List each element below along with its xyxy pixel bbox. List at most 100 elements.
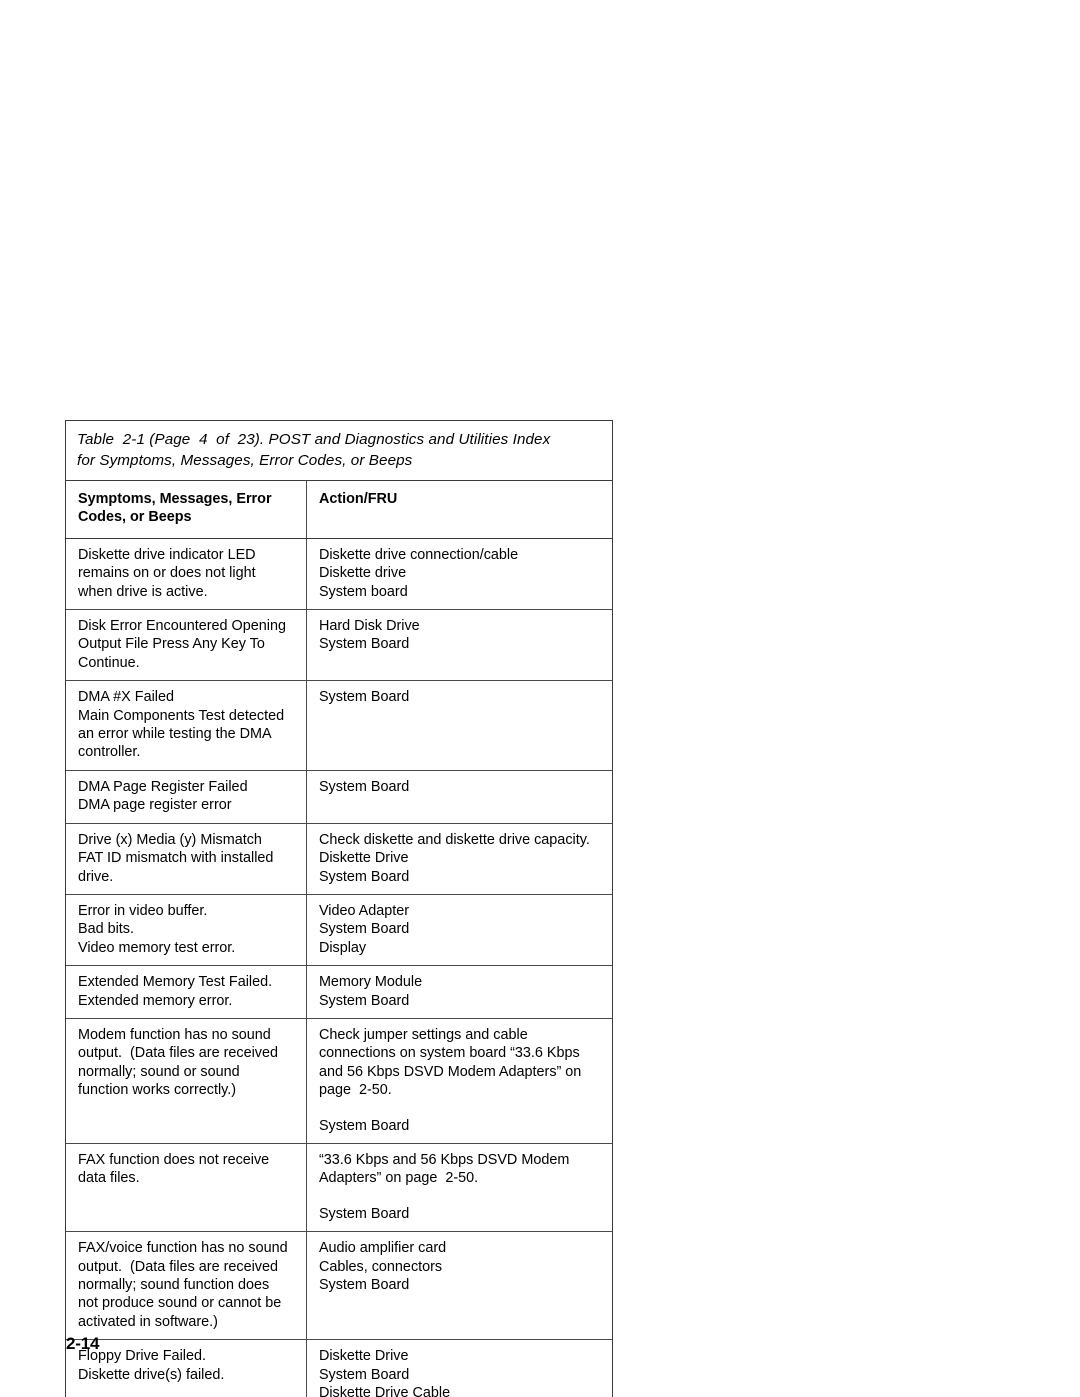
cell-action-line-1: Check jumper settings and cable [318, 1026, 528, 1043]
cell-action-line-2: Adapters” on page 2-50. [318, 1170, 479, 1187]
table-caption: Table 2-1 (Page 4 of 23). POST and Diagn… [66, 421, 612, 481]
cell-symptom-line-2: Extended memory error. [78, 992, 233, 1009]
cell-action-extra-line-1: System Board [318, 1117, 410, 1134]
cell-action-line-3: Display [318, 939, 367, 956]
cell-symptom-line-1: Disk Error Encountered Opening [78, 618, 286, 635]
cell-action-line-2: connections on system board “33.6 Kbps [318, 1045, 580, 1062]
cell-symptom-line-3: normally; sound function does [78, 1277, 270, 1293]
cell-action-line-1: Diskette Drive [318, 1348, 409, 1365]
cell-symptom: Error in video buffer. Bad bits. Video mem… [66, 894, 307, 967]
cell-symptom-line-2: DMA page register error [78, 797, 232, 814]
cell-symptom-line-3: an error while testing the DMA [78, 726, 272, 743]
table-row: Floppy Drive Failed. Diskette drive(s) fa… [66, 1339, 612, 1397]
cell-symptom-line-1: Error in video buffer. [78, 902, 208, 919]
cell-symptom-line-2: Bad bits. [78, 921, 134, 938]
cell-action-line-1: Hard Disk Drive [318, 618, 420, 635]
cell-action-line-3: Diskette Drive Cable [318, 1385, 451, 1397]
cell-action: Video Adapter System Board Display [306, 894, 612, 967]
cell-action-line-3: System Board [318, 1277, 410, 1293]
cell-symptom: FAX/voice function has no sound output. (… [66, 1231, 307, 1341]
cell-symptom-line-2: Diskette drive(s) failed. [78, 1366, 225, 1383]
cell-action: “33.6 Kbps and 56 Kbps DSVD Modem Adapter… [306, 1143, 612, 1233]
cell-action-line-1: “33.6 Kbps and 56 Kbps DSVD Modem [318, 1151, 570, 1168]
cell-action: Check diskette and diskette drive capaci… [306, 823, 612, 895]
cell-symptom: Extended Memory Test Failed. Extended mem… [66, 965, 307, 1019]
table-row: DMA Page Register Failed DMA page registe… [66, 770, 612, 824]
cell-symptom-line-3: drive. [78, 868, 114, 885]
cell-symptom: DMA Page Register Failed DMA page registe… [66, 770, 307, 824]
cell-action-line-2: System Board [318, 636, 410, 653]
post-diagnostics-table: Table 2-1 (Page 4 of 23). POST and Diagn… [65, 420, 613, 1397]
cell-symptom-line-3: Video memory test error. [78, 939, 236, 956]
table-row: DMA #X Failed Main Components Test detect… [66, 680, 612, 771]
cell-symptom-line-2: output. (Data files are received [78, 1258, 278, 1275]
cell-symptom-line-4: function works correctly.) [78, 1082, 237, 1099]
table-header-row: Symptoms, Messages, Error Codes, or Beeps… [66, 481, 612, 539]
page-number: 2-14 [66, 1334, 100, 1353]
cell-action: Audio amplifier card Cables, connectors Sy… [306, 1231, 612, 1341]
table-row: FAX function does not receive data files.… [66, 1143, 612, 1233]
cell-action-line-2: System Board [318, 1366, 410, 1383]
cell-action-line-3: System Board [318, 868, 410, 885]
cell-symptom: FAX function does not receive data files. [66, 1143, 307, 1233]
cell-symptom-line-4: controller. [78, 744, 141, 761]
cell-action-line-3: and 56 Kbps DSVD Modem Adapters” on [318, 1063, 582, 1080]
cell-symptom-line-2: FAT ID mismatch with installed [78, 850, 274, 867]
cell-action-line-1: Video Adapter [318, 902, 410, 919]
cell-symptom-line-2: Output File Press Any Key To [78, 636, 265, 653]
table-row: Drive (x) Media (y) Mismatch FAT ID misma… [66, 823, 612, 895]
table-body: Diskette drive indicator LED remains on o… [66, 538, 612, 1397]
header-action-line-1: Action/FRU [318, 491, 398, 507]
table-row: Modem function has no sound output. (Data… [66, 1018, 612, 1144]
cell-action: Check jumper settings and cable connectio… [306, 1018, 612, 1144]
cell-symptom: DMA #X Failed Main Components Test detect… [66, 680, 307, 771]
cell-action-line-1: System Board [318, 778, 410, 795]
symptoms-action-table: Symptoms, Messages, Error Codes, or Beeps… [66, 481, 612, 1397]
cell-action-line-4: page 2-50. [318, 1082, 392, 1099]
cell-symptom-line-1: Modem function has no sound [78, 1026, 271, 1043]
cell-action-line-2: Cables, connectors [318, 1258, 443, 1275]
table-row: Diskette drive indicator LED remains on o… [66, 538, 612, 611]
cell-symptom: Drive (x) Media (y) Mismatch FAT ID misma… [66, 823, 307, 895]
table-row: Error in video buffer. Bad bits. Video mem… [66, 894, 612, 967]
cell-action-line-1: Diskette drive connection/cable [318, 546, 519, 563]
cell-action: Memory Module System Board [306, 965, 612, 1019]
cell-symptom-line-1: Drive (x) Media (y) Mismatch [78, 831, 262, 848]
cell-symptom-line-1: Extended Memory Test Failed. [78, 974, 273, 991]
cell-action-line-1: System Board [318, 689, 410, 706]
cell-symptom-line-1: DMA #X Failed [78, 689, 174, 706]
document-page: Table 2-1 (Page 4 of 23). POST and Diagn… [0, 0, 1080, 1397]
cell-symptom-line-3: when drive is active. [78, 583, 208, 600]
cell-symptom-line-2: remains on or does not light [78, 565, 256, 582]
cell-action-line-2: Diskette Drive [318, 850, 409, 867]
cell-symptom-line-5: activated in software.) [78, 1313, 218, 1330]
header-symptoms-line-2: Codes, or Beeps [78, 509, 192, 526]
cell-symptom-line-2: data files. [78, 1170, 140, 1187]
cell-symptom-line-2: Main Components Test detected [78, 707, 285, 724]
cell-action-line-1: Audio amplifier card [318, 1240, 447, 1257]
table-row: FAX/voice function has no sound output. (… [66, 1231, 612, 1341]
header-symptoms-line-1: Symptoms, Messages, Error [78, 491, 272, 507]
caption-line-1: Table 2-1 (Page 4 of 23). POST and Diagn… [77, 431, 551, 448]
column-header-symptoms: Symptoms, Messages, Error Codes, or Beeps [66, 481, 307, 539]
cell-symptom-line-2: output. (Data files are received [78, 1045, 278, 1062]
cell-action: System Board [306, 680, 612, 771]
cell-action: Hard Disk Drive System Board [306, 609, 612, 682]
cell-symptom: Floppy Drive Failed. Diskette drive(s) fa… [66, 1339, 307, 1397]
cell-symptom-line-4: not produce sound or cannot be [78, 1295, 282, 1312]
cell-action-extra-line-1: System Board [318, 1205, 410, 1222]
cell-symptom-line-1: FAX/voice function has no sound [78, 1240, 288, 1257]
cell-action-line-2: System Board [318, 921, 410, 938]
cell-action: Diskette drive connection/cable Diskette … [306, 538, 612, 611]
cell-symptom: Modem function has no sound output. (Data… [66, 1018, 307, 1144]
caption-line-2: for Symptoms, Messages, Error Codes, or … [77, 452, 413, 469]
cell-symptom-line-3: normally; sound or sound [78, 1063, 240, 1080]
table-row: Extended Memory Test Failed. Extended mem… [66, 965, 612, 1019]
cell-action-line-1: Memory Module [318, 974, 423, 991]
column-header-action-fru: Action/FRU [306, 481, 612, 539]
cell-action: System Board [306, 770, 612, 824]
cell-symptom-line-1: Diskette drive indicator LED [78, 546, 256, 563]
cell-symptom-line-3: Continue. [78, 654, 140, 671]
cell-symptom-line-1: Floppy Drive Failed. [78, 1348, 206, 1365]
cell-symptom-line-1: FAX function does not receive [78, 1151, 270, 1168]
